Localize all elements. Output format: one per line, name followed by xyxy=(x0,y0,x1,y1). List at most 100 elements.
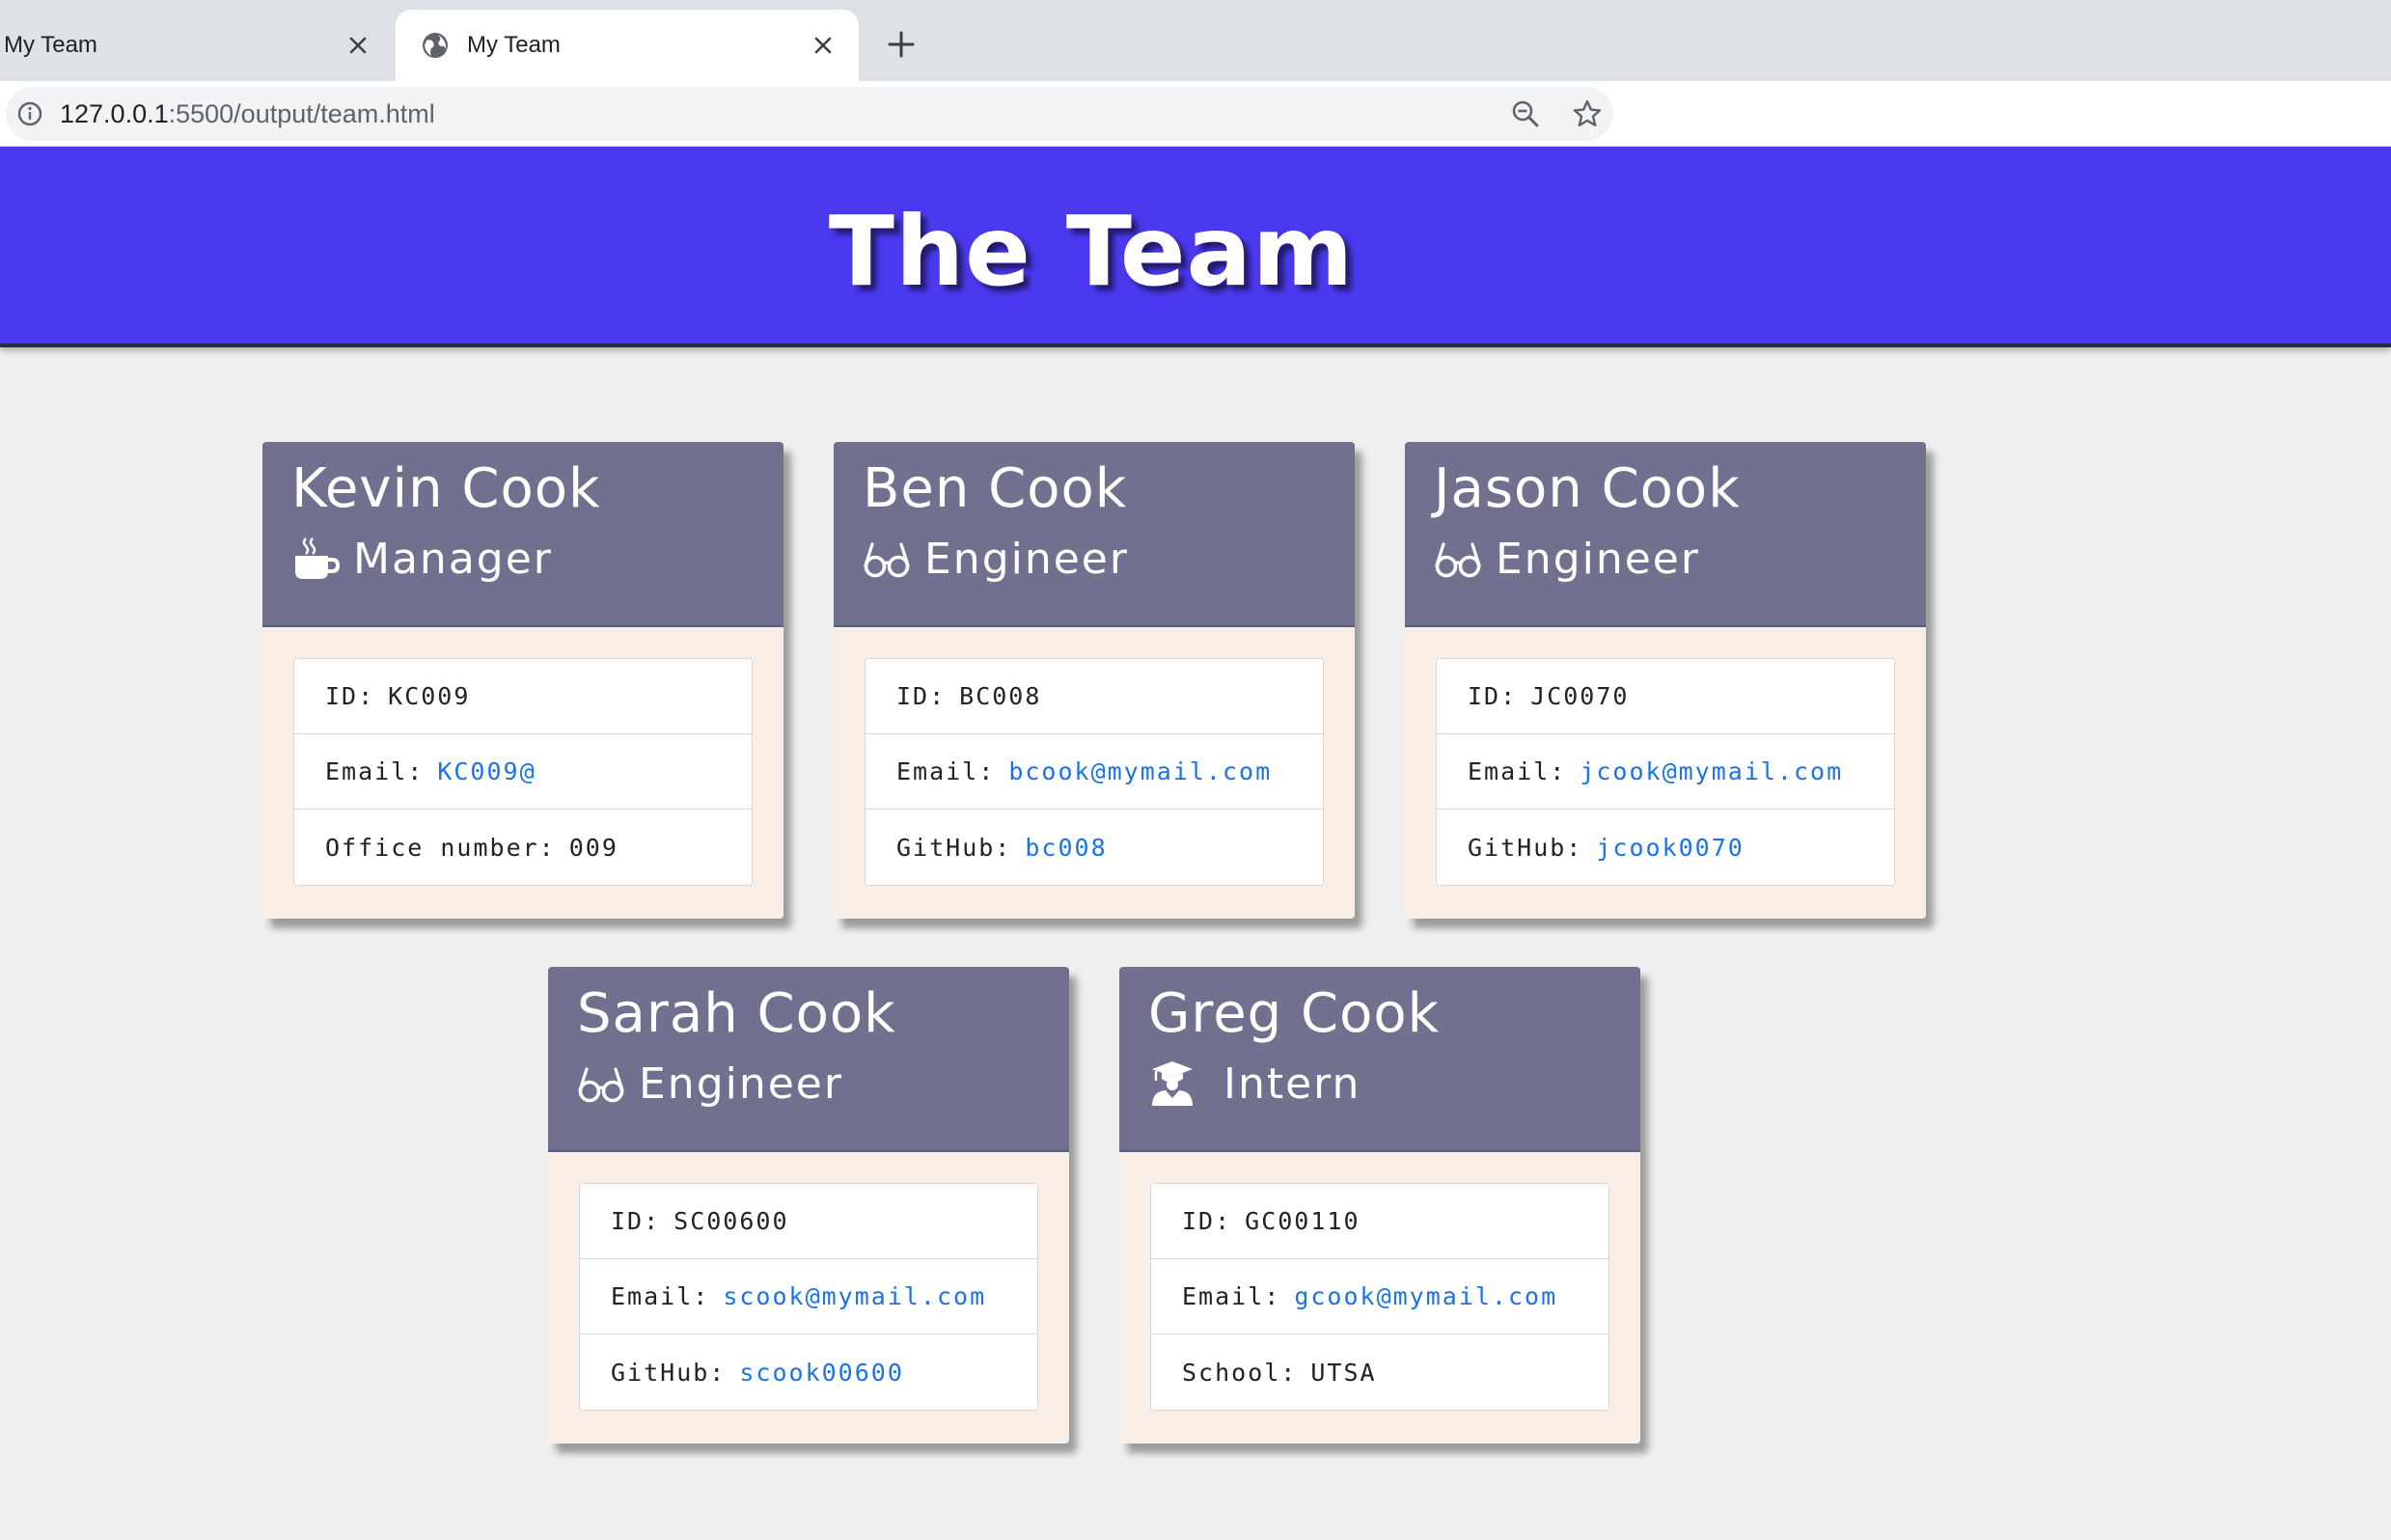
github-link[interactable]: bc008 xyxy=(1025,834,1107,862)
id-row: ID: KC009 xyxy=(294,659,752,734)
role-label: Engineer xyxy=(639,1059,843,1109)
id-label: ID: xyxy=(325,682,375,710)
id-value: SC00600 xyxy=(673,1207,789,1235)
url-path: :5500/output/team.html xyxy=(168,98,435,128)
email-label: Email: xyxy=(1182,1282,1281,1310)
card-body: ID: JC0070 Email: jcook@mymail.com GitHub:… xyxy=(1405,627,1926,919)
globe-icon xyxy=(423,33,448,58)
address-bar[interactable]: 127.0.0.1:5500/output/team.html xyxy=(6,87,1613,141)
github-link[interactable]: scook00600 xyxy=(739,1359,904,1387)
card-body: ID: KC009 Email: KC009@ Office number: 009 xyxy=(262,627,783,919)
tab-my-team-1[interactable]: My Team xyxy=(0,10,394,81)
email-link[interactable]: jcook@mymail.com xyxy=(1580,757,1843,785)
email-label: Email: xyxy=(896,757,996,785)
employee-card-kevin-cook: Kevin Cook Manager ID: KC009 Email: KC009@… xyxy=(262,442,783,919)
role-label: Engineer xyxy=(1496,534,1700,584)
github-link[interactable]: jcook0070 xyxy=(1596,834,1744,862)
employee-name: Sarah Cook xyxy=(577,982,896,1045)
close-icon[interactable] xyxy=(809,31,838,60)
id-row: ID: GC00110 xyxy=(1151,1184,1608,1259)
id-row: ID: JC0070 xyxy=(1437,659,1894,734)
details-list: ID: KC009 Email: KC009@ Office number: 009 xyxy=(293,658,753,886)
page-title: The Team xyxy=(828,195,1355,308)
email-row: Email: KC009@ xyxy=(294,734,752,810)
glasses-icon xyxy=(864,542,910,578)
office-number-label: Office number: xyxy=(325,833,556,862)
school-value: UTSA xyxy=(1310,1358,1377,1387)
new-tab-plus-icon[interactable] xyxy=(882,25,921,64)
email-link[interactable]: gcook@mymail.com xyxy=(1294,1282,1557,1310)
card-body: ID: SC00600 Email: scook@mymail.com GitHub… xyxy=(548,1152,1069,1444)
employee-card-sarah-cook: Sarah Cook Engineer ID: SC00600 Email: sco… xyxy=(548,967,1069,1444)
url-text[interactable]: 127.0.0.1:5500/output/team.html xyxy=(60,99,435,129)
email-link[interactable]: bcook@mymail.com xyxy=(1008,757,1272,785)
card-header: Sarah Cook Engineer xyxy=(548,967,1069,1152)
email-row: Email: jcook@mymail.com xyxy=(1437,734,1894,810)
employee-name: Greg Cook xyxy=(1148,982,1441,1045)
id-row: ID: BC008 xyxy=(866,659,1323,734)
bookmark-star-icon[interactable] xyxy=(1571,97,1604,130)
id-label: ID: xyxy=(1468,682,1518,710)
email-row: Email: gcook@mymail.com xyxy=(1151,1259,1608,1334)
employee-card-ben-cook: Ben Cook Engineer ID: BC008 Email: bcook@m… xyxy=(834,442,1355,919)
role-label: Manager xyxy=(353,534,553,584)
details-list: ID: SC00600 Email: scook@mymail.com GitHub… xyxy=(579,1183,1038,1411)
github-label: GitHub: xyxy=(896,833,1012,862)
graduate-icon xyxy=(1152,1061,1193,1106)
card-header: Ben Cook Engineer xyxy=(834,442,1355,627)
close-icon[interactable] xyxy=(344,31,372,60)
tab-strip: My Team My Team xyxy=(0,0,2391,81)
github-row: GitHub: scook00600 xyxy=(580,1334,1037,1410)
info-icon[interactable] xyxy=(15,99,44,128)
school-row: School: UTSA xyxy=(1151,1334,1608,1410)
employee-card-greg-cook: Greg Cook Intern ID: GC00110 Email: gcook@… xyxy=(1119,967,1640,1444)
github-label: GitHub: xyxy=(611,1358,727,1387)
url-host: 127.0.0.1 xyxy=(60,98,169,128)
email-link[interactable]: scook@mymail.com xyxy=(723,1282,986,1310)
details-list: ID: JC0070 Email: jcook@mymail.com GitHub:… xyxy=(1436,658,1895,886)
tab-title: My Team xyxy=(467,32,561,58)
id-label: ID: xyxy=(1182,1207,1232,1235)
office-number-value: 009 xyxy=(568,833,618,862)
details-list: ID: BC008 Email: bcook@mymail.com GitHub: b… xyxy=(865,658,1324,886)
email-row: Email: bcook@mymail.com xyxy=(866,734,1323,810)
employee-card-jason-cook: Jason Cook Engineer ID: JC0070 Email: jcoo… xyxy=(1405,442,1926,919)
card-header: Greg Cook Intern xyxy=(1119,967,1640,1152)
zoom-out-icon[interactable] xyxy=(1509,97,1542,130)
github-row: GitHub: bc008 xyxy=(866,810,1323,885)
browser-toolbar: 127.0.0.1:5500/output/team.html Ec HTML … xyxy=(0,81,2391,214)
role-label: Intern xyxy=(1223,1059,1361,1109)
role-label: Engineer xyxy=(924,534,1129,584)
employee-role: Manager xyxy=(291,527,755,591)
page-header: The Team xyxy=(0,147,2391,347)
id-value: GC00110 xyxy=(1245,1207,1360,1235)
email-link[interactable]: KC009@ xyxy=(437,757,536,785)
email-label: Email: xyxy=(611,1282,710,1310)
tab-my-team-2[interactable]: My Team xyxy=(396,10,859,81)
employee-role: Engineer xyxy=(863,527,1326,591)
id-row: ID: SC00600 xyxy=(580,1184,1037,1259)
school-label: School: xyxy=(1182,1358,1298,1387)
employee-name: Kevin Cook xyxy=(291,457,601,520)
github-row: GitHub: jcook0070 xyxy=(1437,810,1894,885)
email-row: Email: scook@mymail.com xyxy=(580,1259,1037,1334)
card-body: ID: BC008 Email: bcook@mymail.com GitHub: b… xyxy=(834,627,1355,919)
email-label: Email: xyxy=(1468,757,1567,785)
glasses-icon xyxy=(578,1067,624,1103)
tab-title: My Team xyxy=(4,32,97,58)
office-number-row: Office number: 009 xyxy=(294,810,752,885)
employee-name: Ben Cook xyxy=(863,457,1128,520)
details-list: ID: GC00110 Email: gcook@mymail.com School… xyxy=(1150,1183,1609,1411)
employee-name: Jason Cook xyxy=(1434,457,1741,520)
employee-role: Engineer xyxy=(1434,527,1897,591)
id-label: ID: xyxy=(611,1207,661,1235)
id-value: JC0070 xyxy=(1530,682,1630,710)
card-body: ID: GC00110 Email: gcook@mymail.com School… xyxy=(1119,1152,1640,1444)
employee-role: Engineer xyxy=(577,1052,1040,1115)
glasses-icon xyxy=(1435,542,1481,578)
coffee-icon xyxy=(295,537,340,579)
id-value: KC009 xyxy=(388,682,471,710)
id-label: ID: xyxy=(896,682,947,710)
employee-role: Intern xyxy=(1148,1052,1611,1115)
card-header: Kevin Cook Manager xyxy=(262,442,783,627)
